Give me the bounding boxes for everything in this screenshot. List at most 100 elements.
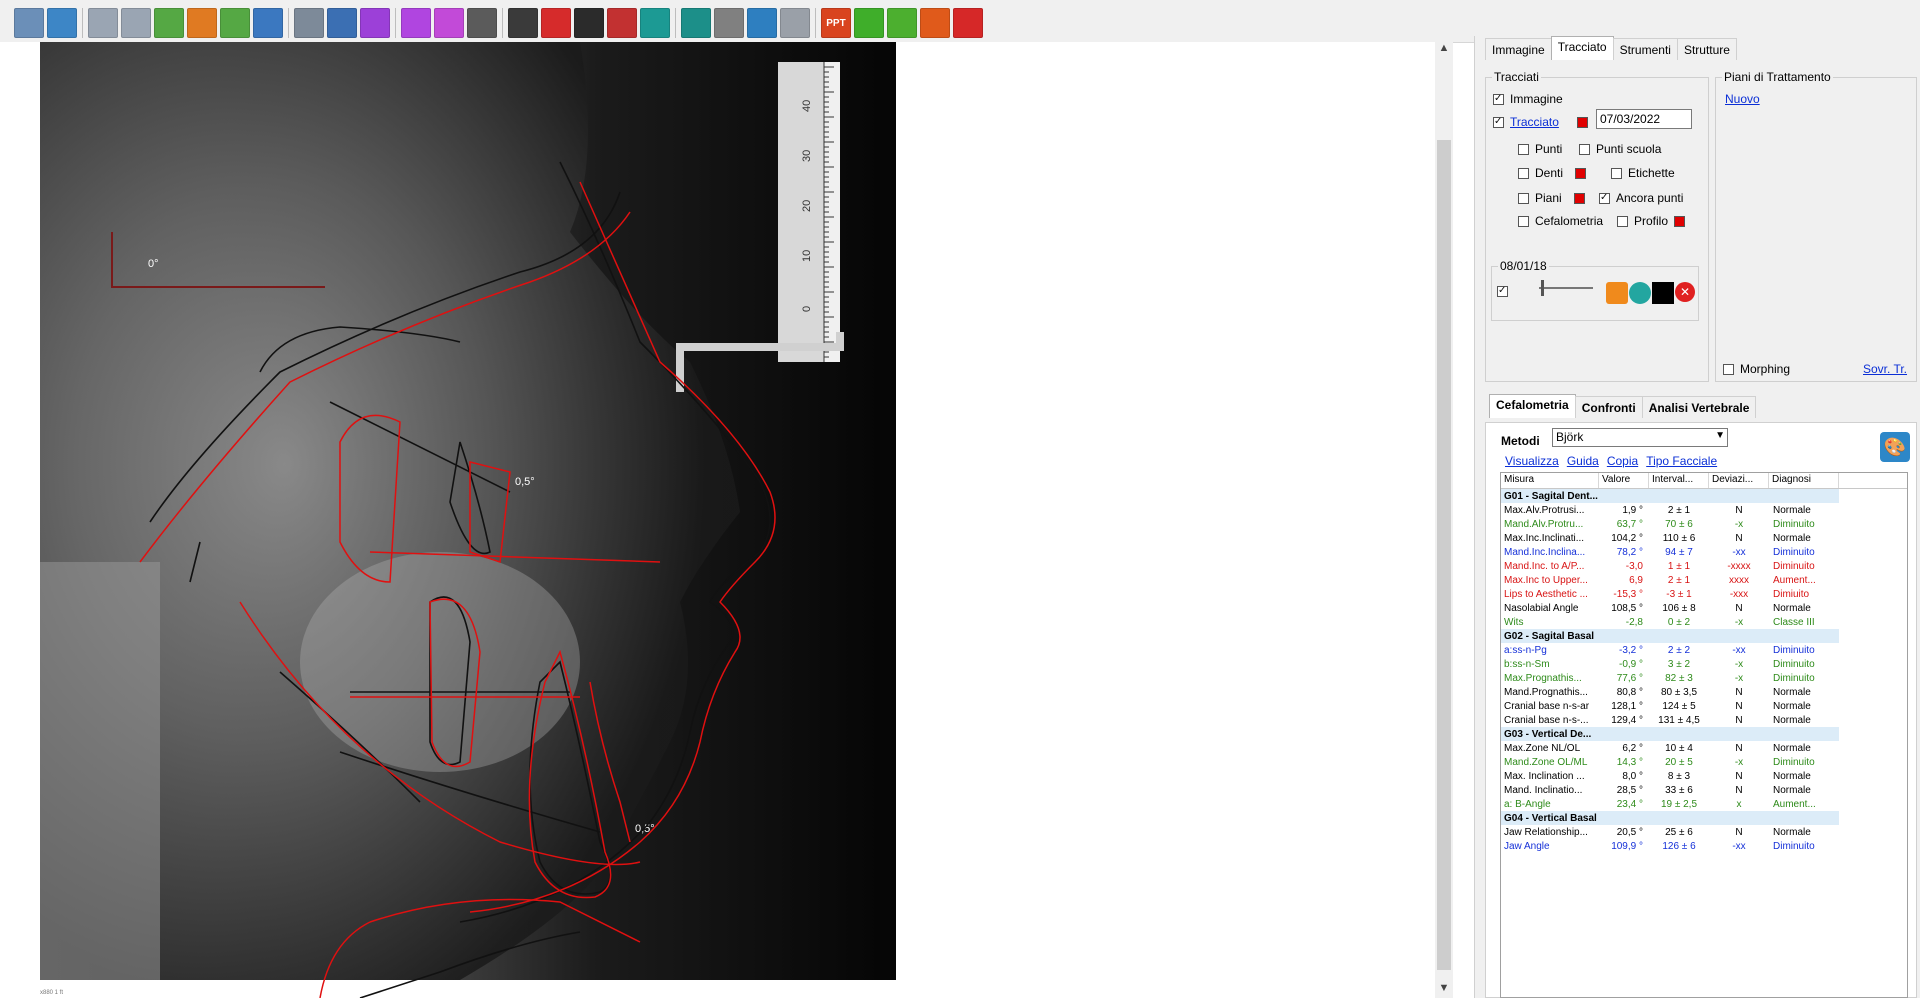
- ppt-icon[interactable]: PPT: [821, 8, 851, 38]
- patient-info-icon[interactable]: [294, 8, 324, 38]
- table-group-row[interactable]: G03 - Vertical De...: [1501, 727, 1839, 741]
- eye-icon[interactable]: [607, 8, 637, 38]
- header-misura[interactable]: Misura: [1501, 473, 1599, 488]
- table-row[interactable]: Jaw Relationship... 20,5 ° 25 ± 6 N Normale: [1501, 825, 1907, 839]
- table-row[interactable]: Max.Alv.Protrusi... 1,9 ° 2 ± 1 N Normale: [1501, 503, 1907, 517]
- table-row[interactable]: Mand.Zone OL/ML 14,3 ° 20 ± 5 -x Diminuito: [1501, 755, 1907, 769]
- copia-link[interactable]: Copia: [1607, 454, 1638, 468]
- punti-scuola-checkbox[interactable]: [1579, 143, 1590, 155]
- profilo-row[interactable]: Profilo: [1617, 214, 1686, 228]
- palette-icon[interactable]: 🎨: [1880, 432, 1910, 462]
- tab-tracciato[interactable]: Tracciato: [1550, 36, 1614, 60]
- punti-checkbox[interactable]: [1518, 143, 1529, 155]
- xray-viewer[interactable]: 40 30 20 10 0 0° 0,5° 0,5° x880 1 ft: [0, 42, 1435, 998]
- tooth-tool-icon[interactable]: [508, 8, 538, 38]
- tracciato-color-swatch[interactable]: [1576, 116, 1588, 128]
- nuovo-link[interactable]: Nuovo: [1725, 92, 1760, 106]
- move-horizontal-icon[interactable]: [360, 8, 390, 38]
- table-row[interactable]: Jaw Angle 109,9 ° 126 ± 6 -xx Diminuito: [1501, 839, 1907, 853]
- punti-row[interactable]: Punti: [1518, 142, 1562, 156]
- move-all-icon[interactable]: [401, 8, 431, 38]
- table-row[interactable]: Wits -2,8 0 ± 2 -x Classe III: [1501, 615, 1907, 629]
- denti-row[interactable]: Denti: [1518, 166, 1587, 180]
- tracciato-checkbox-row[interactable]: Tracciato: [1493, 115, 1588, 129]
- etichette-checkbox[interactable]: [1611, 167, 1622, 179]
- guida-link[interactable]: Guida: [1567, 454, 1599, 468]
- immagine-checkbox[interactable]: [1493, 93, 1504, 105]
- patient-photo-icon[interactable]: [253, 8, 283, 38]
- cephalometric-xray[interactable]: 40 30 20 10 0 0° 0,5° 0,5° x880 1 ft: [40, 42, 896, 998]
- etichette-row[interactable]: Etichette: [1611, 166, 1675, 180]
- tracciato-link[interactable]: Tracciato: [1510, 115, 1559, 129]
- table-row[interactable]: Cranial base n-s-ar 128,1 ° 124 ± 5 N Normal…: [1501, 699, 1907, 713]
- ancora-punti-checkbox[interactable]: [1599, 192, 1610, 204]
- morphing-checkbox[interactable]: [1723, 363, 1734, 375]
- table-row[interactable]: Max.Inc to Upper... 6,9 2 ± 1 xxxx Aument...: [1501, 573, 1907, 587]
- compare-icon[interactable]: [780, 8, 810, 38]
- overlay-checkbox[interactable]: [1497, 286, 1508, 297]
- table-row[interactable]: Mand. Inclinatio... 28,5 ° 33 ± 6 N Normale: [1501, 783, 1907, 797]
- denti-checkbox[interactable]: [1518, 167, 1529, 179]
- profile-photo-icon[interactable]: [467, 8, 497, 38]
- hand-icon[interactable]: [920, 8, 950, 38]
- point-move-icon[interactable]: [187, 8, 217, 38]
- overlay-color-icon[interactable]: [1606, 282, 1628, 304]
- table-group-row[interactable]: G01 - Sagital Dent...: [1501, 489, 1839, 503]
- tab-cefalometria[interactable]: Cefalometria: [1489, 394, 1576, 418]
- denti-color-swatch[interactable]: [1575, 167, 1587, 179]
- table-row[interactable]: a: B-Angle 23,4 ° 19 ± 2,5 x Aument...: [1501, 797, 1907, 811]
- cefalometria-checkbox[interactable]: [1518, 215, 1529, 227]
- overlay-refresh-icon[interactable]: [1629, 282, 1651, 304]
- table-row[interactable]: Mand.Inc. to A/P... -3,0 1 ± 1 -xxxx Diminui…: [1501, 559, 1907, 573]
- visualizza-link[interactable]: Visualizza: [1505, 454, 1559, 468]
- table-row[interactable]: Lips to Aesthetic ... -15,3 ° -3 ± 1 -xxx Di…: [1501, 587, 1907, 601]
- magnifier-point-icon[interactable]: [47, 8, 77, 38]
- immagine-checkbox-row[interactable]: Immagine: [1493, 92, 1563, 106]
- overlay-black-icon[interactable]: [1652, 282, 1674, 304]
- tab-strumenti[interactable]: Strumenti: [1612, 38, 1678, 60]
- scroll-up-icon[interactable]: ▲: [1438, 42, 1450, 54]
- sovr-tr-link[interactable]: Sovr. Tr.: [1863, 362, 1907, 376]
- export-green-icon[interactable]: [887, 8, 917, 38]
- redo-icon[interactable]: [121, 8, 151, 38]
- overlay-opacity-slider[interactable]: [1535, 276, 1595, 300]
- sovr-row[interactable]: Sovr. Tr.: [1863, 362, 1907, 376]
- table-row[interactable]: Cranial base n-s-... 129,4 ° 131 ± 4,5 N Nor…: [1501, 713, 1907, 727]
- table-row[interactable]: Nasolabial Angle 108,5 ° 106 ± 8 N Normale: [1501, 601, 1907, 615]
- tipo-facciale-link[interactable]: Tipo Facciale: [1646, 454, 1717, 468]
- lips-icon[interactable]: [541, 8, 571, 38]
- piani-checkbox[interactable]: [1518, 192, 1529, 204]
- tab-analisi-vertebrale[interactable]: Analisi Vertebrale: [1641, 396, 1757, 418]
- table-row[interactable]: Mand.Alv.Protru... 63,7 ° 70 ± 6 -x Diminuit…: [1501, 517, 1907, 531]
- punti-scuola-row[interactable]: Punti scuola: [1579, 142, 1661, 156]
- tab-strutture[interactable]: Strutture: [1676, 38, 1737, 60]
- table-row[interactable]: Max.Inc.Inclinati... 104,2 ° 110 ± 6 N Norma…: [1501, 531, 1907, 545]
- cefalometria-row[interactable]: Cefalometria: [1518, 214, 1603, 228]
- header-intervallo[interactable]: Interval...: [1649, 473, 1709, 488]
- tracciato-date-field[interactable]: 07/03/2022: [1596, 109, 1692, 129]
- table-row[interactable]: Max.Prognathis... 77,6 ° 82 ± 3 -x Diminuito: [1501, 671, 1907, 685]
- point-add-icon[interactable]: [154, 8, 184, 38]
- scroll-down-icon[interactable]: ▼: [1438, 982, 1450, 994]
- tracciato-checkbox[interactable]: [1493, 116, 1504, 128]
- header-valore[interactable]: Valore: [1599, 473, 1649, 488]
- exit-icon[interactable]: [953, 8, 983, 38]
- metodi-select[interactable]: Björk ▼: [1552, 428, 1728, 447]
- header-diagnosi[interactable]: Diagnosi: [1769, 473, 1839, 488]
- resize-icon[interactable]: [434, 8, 464, 38]
- print-icon[interactable]: [640, 8, 670, 38]
- tab-confronti[interactable]: Confronti: [1574, 396, 1643, 418]
- profilo-color-swatch[interactable]: [1674, 215, 1686, 227]
- header-deviazione[interactable]: Deviazi...: [1709, 473, 1769, 488]
- tab-immagine[interactable]: Immagine: [1485, 38, 1552, 60]
- table-group-row[interactable]: G02 - Sagital Basal: [1501, 629, 1839, 643]
- export-icon[interactable]: [327, 8, 357, 38]
- overlay-delete-icon[interactable]: ✕: [1675, 282, 1695, 302]
- table-row[interactable]: Mand.Inc.Inclina... 78,2 ° 94 ± 7 -xx Diminu…: [1501, 545, 1907, 559]
- ruler-icon[interactable]: [14, 8, 44, 38]
- cephalometric-table[interactable]: Misura Valore Interval... Deviazi... Dia…: [1500, 472, 1908, 998]
- profilo-checkbox[interactable]: [1617, 215, 1628, 227]
- table-group-row[interactable]: G04 - Vertical Basal: [1501, 811, 1839, 825]
- scrollbar-thumb[interactable]: [1437, 140, 1451, 970]
- undo-icon[interactable]: [88, 8, 118, 38]
